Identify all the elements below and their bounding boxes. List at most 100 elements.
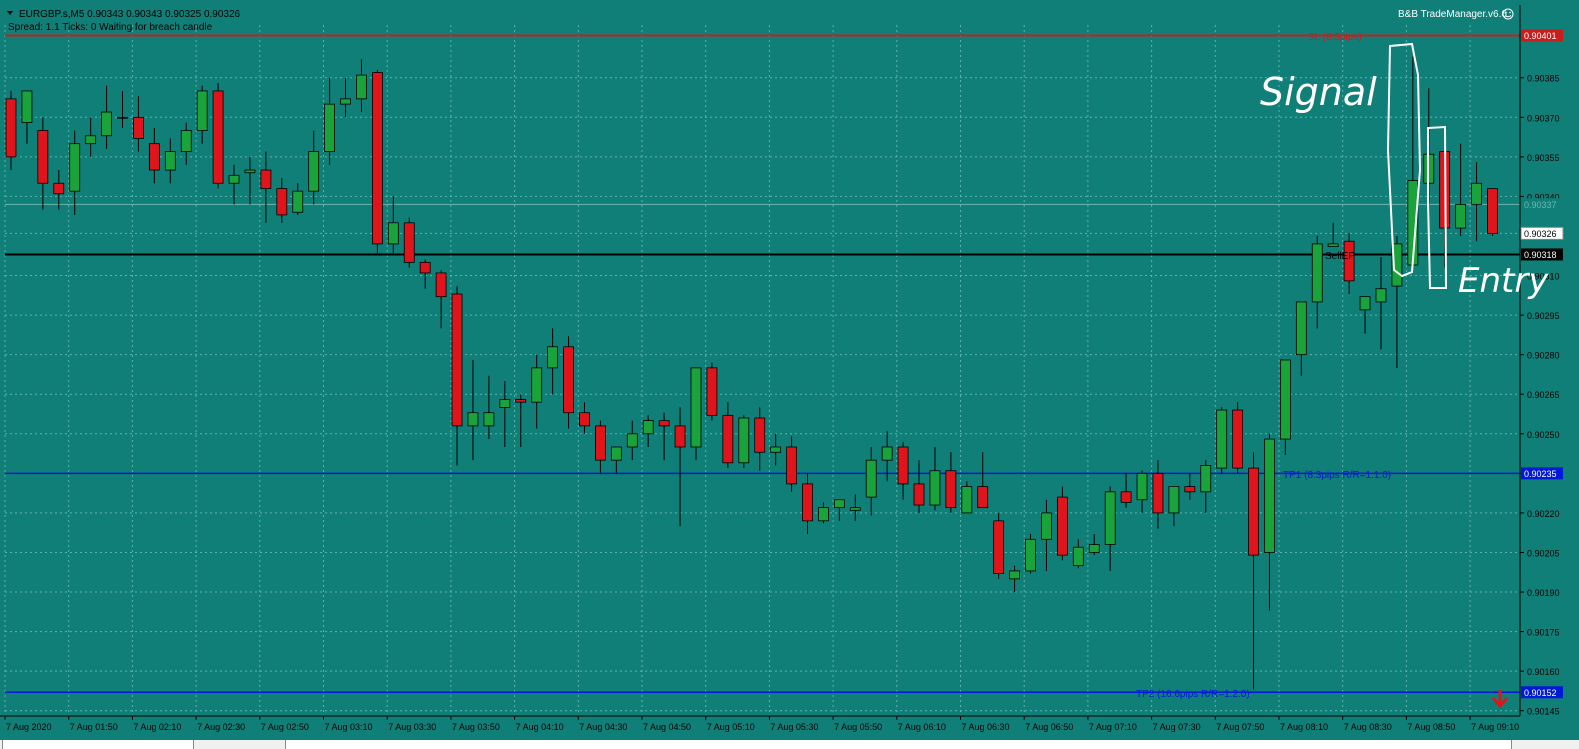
candle-bull	[1088, 544, 1100, 553]
candle-bear	[913, 483, 925, 506]
candle-bull	[547, 346, 559, 369]
y-tick-label: 0.90220	[1527, 509, 1560, 519]
candle-bull	[690, 367, 702, 448]
tp1-label: TP1 (8.3pips R/R=1:1.0)	[1283, 470, 1391, 481]
bottom-tab-bar	[0, 740, 1579, 749]
candle-bull	[1168, 486, 1180, 514]
candle-bull	[180, 130, 192, 152]
candle-bear	[260, 169, 272, 189]
candle-bear	[419, 261, 431, 274]
candle-bull	[1280, 359, 1291, 440]
candle-bear	[1056, 496, 1068, 556]
candle-bear	[515, 399, 527, 403]
entry-annotation: Entry	[1458, 261, 1549, 301]
tp2-label: TP2 (16.6pips R/R=1:2.0)	[1136, 689, 1250, 700]
candle-bull	[1104, 491, 1116, 545]
candle-bull	[626, 433, 638, 448]
candle-bear	[371, 72, 383, 245]
x-tick-label: 7 Aug 02:10	[133, 722, 181, 732]
candle-bear	[993, 520, 1005, 574]
x-tick-label: 7 Aug 06:30	[962, 722, 1010, 732]
x-tick-label: 7 Aug 02:30	[197, 722, 245, 732]
sl-label: SL (8.3pips)	[1308, 32, 1362, 43]
price-tag-label: 0.90326	[1524, 229, 1557, 239]
y-tick-label: 0.90355	[1527, 153, 1560, 163]
candle-bear	[435, 272, 447, 298]
candle-bull	[340, 98, 351, 105]
price-tag-label: 0.90235	[1524, 469, 1557, 479]
price-tag-label: 0.90152	[1524, 688, 1557, 698]
x-tick-label: 7 Aug 07:30	[1153, 722, 1201, 732]
candle-bull	[1200, 465, 1212, 493]
tab-2[interactable]	[285, 740, 1512, 749]
candle-bear	[1184, 486, 1196, 493]
x-tick-label: 7 Aug 01:50	[70, 722, 118, 732]
y-tick-label: 0.90205	[1527, 548, 1560, 558]
candle-bull	[1025, 538, 1036, 572]
x-tick-label: 7 Aug 03:10	[325, 722, 373, 732]
candle-bull	[1455, 203, 1467, 229]
candle-bull	[770, 446, 782, 453]
candle-bull	[387, 222, 399, 245]
candle-bull	[818, 507, 829, 522]
tab-1[interactable]	[2, 740, 194, 749]
symbol-info: EURGBP.s,M5 0.90343 0.90343 0.90325 0.90…	[19, 9, 241, 20]
plugin-name: B&B TradeManager.v6.6	[1398, 9, 1507, 20]
candle-bear	[1487, 188, 1498, 234]
candle-bear	[579, 412, 590, 427]
chart-canvas[interactable]: 0.903850.903700.903550.903400.903260.903…	[0, 0, 1579, 749]
candle-bull	[929, 470, 941, 506]
candle-bull	[1216, 409, 1228, 469]
candle-bull	[961, 486, 973, 514]
candle-bear	[5, 98, 17, 158]
candle-bear	[403, 222, 415, 263]
x-tick-label: 7 Aug 08:30	[1344, 722, 1392, 732]
candle-bull	[881, 446, 893, 461]
x-tick-label: 7 Aug 04:10	[516, 722, 564, 732]
y-tick-label: 0.90280	[1527, 351, 1560, 361]
candle-bull	[356, 74, 367, 100]
x-tick-label: 7 Aug 04:50	[643, 722, 691, 732]
y-tick-label: 0.90250	[1527, 430, 1560, 440]
x-tick-label: 7 Aug 05:50	[834, 722, 882, 732]
candle-bull	[467, 412, 479, 427]
candle-bull	[308, 151, 320, 192]
x-tick-label: 7 Aug 06:10	[898, 722, 946, 732]
x-tick-label: 7 Aug 2020	[6, 722, 52, 732]
x-tick-label: 7 Aug 09:10	[1471, 722, 1519, 732]
candle-bull	[292, 190, 304, 213]
candle-bull	[1041, 512, 1052, 540]
candle-bull	[117, 116, 128, 119]
candle-bear	[786, 446, 797, 485]
candle-bear	[1232, 409, 1244, 469]
x-tick-label: 7 Aug 04:30	[579, 722, 627, 732]
x-tick-label: 7 Aug 07:10	[1089, 722, 1137, 732]
x-tick-label: 7 Aug 07:50	[1216, 722, 1264, 732]
y-tick-label: 0.90385	[1527, 74, 1560, 84]
x-tick-label: 7 Aug 05:30	[770, 722, 818, 732]
candle-bull	[642, 420, 654, 435]
x-tick-label: 7 Aug 02:50	[261, 722, 309, 732]
candle-bear	[276, 188, 288, 216]
x-tick-label: 7 Aug 08:50	[1407, 722, 1455, 732]
candle-bear	[451, 293, 463, 427]
candle-bull	[69, 143, 81, 192]
candle-bull	[324, 103, 336, 152]
candle-bear	[945, 470, 957, 509]
x-tick-label: 7 Aug 03:30	[388, 722, 436, 732]
candle-bear	[37, 130, 49, 184]
candle-bear	[977, 486, 989, 509]
candle-bull	[196, 90, 208, 131]
y-tick-label: 0.90190	[1527, 588, 1560, 598]
candle-bull	[1359, 296, 1371, 311]
candle-bull	[833, 499, 845, 509]
candle-bull	[1072, 546, 1084, 567]
candle-bull	[849, 507, 861, 511]
candle-bull	[1327, 243, 1339, 247]
y-tick-label: 0.90295	[1527, 311, 1560, 321]
y-tick-label: 0.90160	[1527, 667, 1560, 677]
y-tick-label: 0.90145	[1527, 707, 1560, 717]
sell-ep-label: SellEP	[1325, 251, 1355, 262]
price-tag-label: 0.90318	[1524, 250, 1557, 260]
candle-bear	[674, 425, 686, 448]
